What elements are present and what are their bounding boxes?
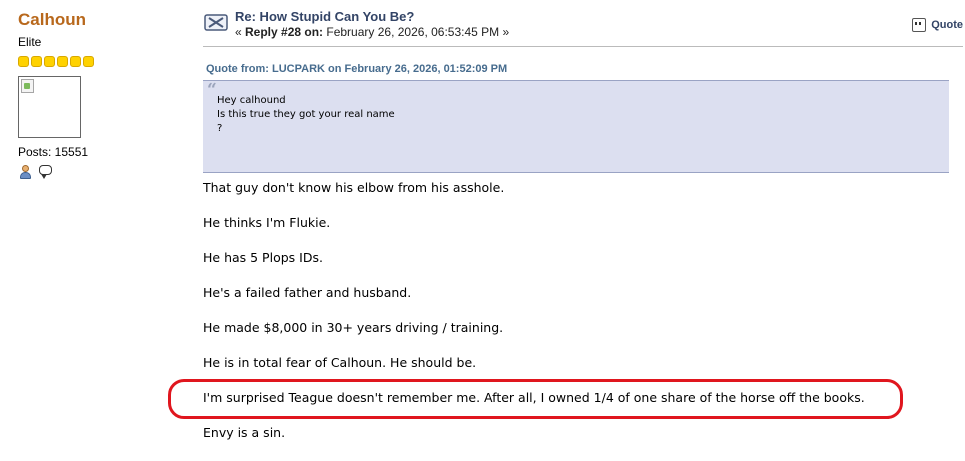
post-type-icon: [204, 14, 228, 31]
post-meta: « Reply #28 on: February 26, 2026, 06:53…: [235, 25, 509, 39]
post-header: Re: How Stupid Can You Be? « Reply #28 o…: [203, 6, 963, 47]
poster-actions: [18, 164, 188, 180]
body-paragraph: I'm surprised Teague doesn't remember me…: [203, 390, 865, 405]
avatar: [18, 76, 81, 138]
quote-line: ?: [217, 123, 223, 134]
quote-line: Is this true they got your real name: [217, 109, 395, 120]
post-count: Posts: 15551: [18, 145, 89, 159]
poster-name-link[interactable]: Calhoun: [18, 10, 188, 30]
body-paragraph: He made $8,000 in 30+ years driving / tr…: [203, 320, 504, 335]
post-date: February 26, 2026, 06:53:45 PM »: [323, 25, 510, 39]
post-body: That guy don't know his elbow from his a…: [203, 177, 963, 457]
poster-info: Calhoun Elite Posts: 15551: [18, 8, 188, 180]
quote-button-label: Quote: [931, 19, 963, 31]
poster-rank: Elite: [18, 35, 42, 49]
rank-stars: [18, 56, 188, 67]
body-paragraph: Envy is a sin.: [203, 425, 286, 440]
body-paragraph: He's a failed father and husband.: [203, 285, 412, 300]
body-paragraph: That guy don't know his elbow from his a…: [203, 180, 505, 195]
profile-icon[interactable]: [18, 164, 34, 180]
body-paragraph: He is in total fear of Calhoun. He shoul…: [203, 355, 477, 370]
quote-header-link[interactable]: Quote from: LUCPARK on February 26, 2026…: [206, 63, 963, 75]
quote-mark-icon: “: [207, 80, 217, 100]
quote-box: “ Hey calhound Is this true they got you…: [203, 80, 949, 173]
post: Re: How Stupid Can You Be? « Reply #28 o…: [203, 6, 963, 457]
quote-button[interactable]: Quote: [912, 18, 963, 32]
personal-message-icon[interactable]: [38, 164, 54, 180]
post-title-link[interactable]: Re: How Stupid Can You Be?: [235, 9, 414, 24]
reply-number: Reply #28 on:: [245, 25, 324, 39]
star-icon: [57, 56, 68, 67]
meta-prefix: «: [235, 25, 246, 39]
star-icon: [31, 56, 42, 67]
star-icon: [44, 56, 55, 67]
body-paragraph: He thinks I'm Flukie.: [203, 215, 331, 230]
star-icon: [83, 56, 94, 67]
quote-icon: [912, 18, 927, 32]
quote-line: Hey calhound: [217, 95, 286, 106]
body-paragraph: He has 5 Plops IDs.: [203, 250, 323, 265]
broken-image-icon: [21, 79, 34, 93]
star-icon: [18, 56, 29, 67]
star-icon: [70, 56, 81, 67]
